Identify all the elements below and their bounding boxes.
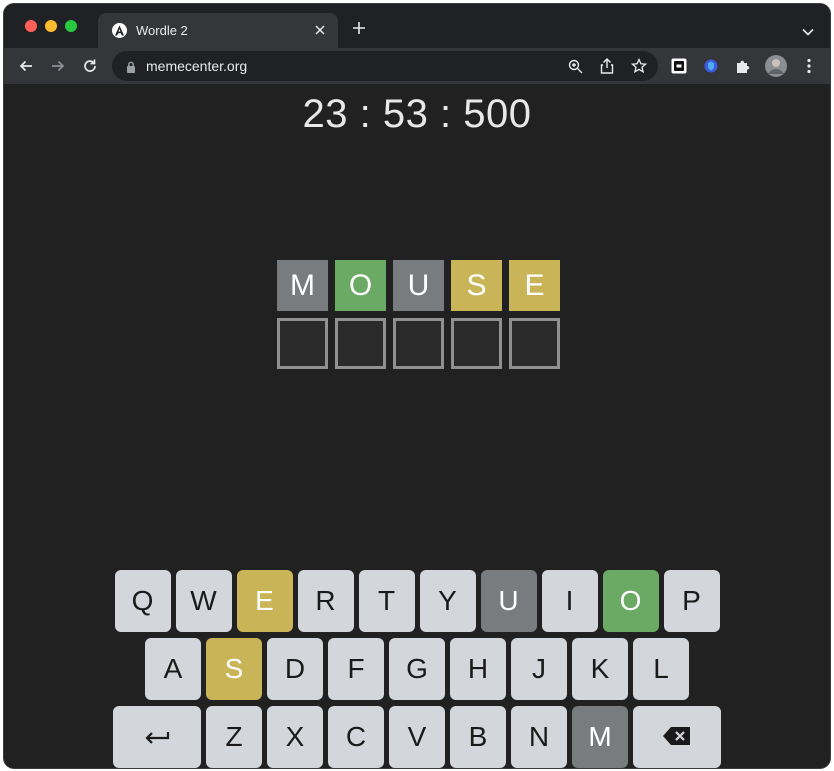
guess-board: M O U S E: [277, 260, 560, 376]
key-s[interactable]: S: [206, 638, 262, 700]
url-text: memecenter.org: [146, 58, 248, 74]
bookmark-star-icon[interactable]: [630, 57, 648, 75]
reload-icon[interactable]: [81, 57, 99, 75]
key-y[interactable]: Y: [419, 570, 476, 632]
browser-toolbar: memecenter.org: [4, 48, 830, 84]
empty-tile: [277, 318, 328, 369]
key-g[interactable]: G: [389, 638, 445, 700]
profile-avatar[interactable]: [765, 55, 787, 77]
zoom-icon[interactable]: [566, 57, 584, 75]
minimize-window-button[interactable]: [45, 20, 57, 32]
key-q[interactable]: Q: [114, 570, 171, 632]
tab-close-icon[interactable]: [312, 22, 328, 38]
guess-row: M O U S E: [277, 260, 560, 311]
browser-tab[interactable]: Wordle 2: [98, 13, 338, 48]
empty-tile: [451, 318, 502, 369]
angular-logo-icon: [112, 23, 127, 38]
on-screen-keyboard: Q W E R T Y U I O P A S D F G H J K L Z …: [4, 570, 830, 768]
key-d[interactable]: D: [267, 638, 323, 700]
more-menu-icon[interactable]: [800, 57, 818, 75]
empty-tile: [335, 318, 386, 369]
key-e[interactable]: E: [236, 570, 293, 632]
key-v[interactable]: V: [389, 706, 445, 768]
empty-tile: [509, 318, 560, 369]
extension-box-icon[interactable]: [670, 57, 688, 75]
letter-tile: M: [277, 260, 328, 311]
key-t[interactable]: T: [358, 570, 415, 632]
keyboard-row-3: Z X C V B N M: [4, 706, 830, 768]
backspace-icon: [662, 721, 692, 753]
lock-icon: [126, 60, 136, 73]
enter-key[interactable]: [113, 706, 201, 768]
key-f[interactable]: F: [328, 638, 384, 700]
key-h[interactable]: H: [450, 638, 506, 700]
browser-window: Wordle 2 memecenter.org 23: 53: 500 M …: [4, 4, 830, 768]
key-a[interactable]: A: [145, 638, 201, 700]
extension-shield-icon[interactable]: [702, 57, 720, 75]
key-b[interactable]: B: [450, 706, 506, 768]
extensions-puzzle-icon[interactable]: [734, 57, 752, 75]
guess-row-active: [277, 318, 560, 369]
key-x[interactable]: X: [267, 706, 323, 768]
close-window-button[interactable]: [25, 20, 37, 32]
address-bar[interactable]: memecenter.org: [112, 51, 658, 81]
new-tab-plus-icon[interactable]: [351, 20, 367, 36]
back-arrow-icon[interactable]: [17, 57, 35, 75]
key-k[interactable]: K: [572, 638, 628, 700]
tab-title: Wordle 2: [136, 23, 188, 38]
key-c[interactable]: C: [328, 706, 384, 768]
key-p[interactable]: P: [663, 570, 720, 632]
empty-tile: [393, 318, 444, 369]
letter-tile: E: [509, 260, 560, 311]
forward-arrow-icon[interactable]: [49, 57, 67, 75]
share-icon[interactable]: [598, 57, 616, 75]
key-u[interactable]: U: [480, 570, 537, 632]
key-r[interactable]: R: [297, 570, 354, 632]
wordle-page: 23 : 53 : 500 M O U S E Q W E R T Y U I …: [4, 84, 830, 768]
tab-strip: Wordle 2: [4, 4, 830, 48]
chevron-down-icon[interactable]: [802, 23, 814, 36]
maximize-window-button[interactable]: [65, 20, 77, 32]
keyboard-row-1: Q W E R T Y U I O P: [4, 570, 830, 632]
enter-arrow-icon: [144, 721, 170, 753]
key-m[interactable]: M: [572, 706, 628, 768]
key-i[interactable]: I: [541, 570, 598, 632]
letter-tile: U: [393, 260, 444, 311]
key-j[interactable]: J: [511, 638, 567, 700]
key-z[interactable]: Z: [206, 706, 262, 768]
keyboard-row-2: A S D F G H J K L: [4, 638, 830, 700]
countdown-timer: 23 : 53 : 500: [302, 92, 532, 136]
backspace-key[interactable]: [633, 706, 721, 768]
key-n[interactable]: N: [511, 706, 567, 768]
key-l[interactable]: L: [633, 638, 689, 700]
key-w[interactable]: W: [175, 570, 232, 632]
key-o[interactable]: O: [602, 570, 659, 632]
letter-tile: O: [335, 260, 386, 311]
letter-tile: S: [451, 260, 502, 311]
